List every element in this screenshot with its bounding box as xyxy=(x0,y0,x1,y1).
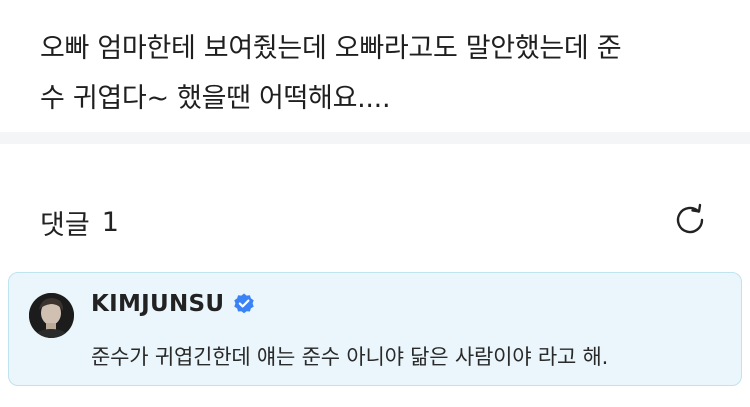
comment-card: KIMJUNSU 준수가 귀엽긴한데 얘는 준수 아니야 닮은 사람이야 라고 … xyxy=(8,272,742,386)
post-body-line-1: 오빠 엄마한테 보여줬는데 오빠라고도 말안했는데 준 xyxy=(40,33,622,64)
comments-label: 댓글 xyxy=(40,209,90,241)
comments-title: 댓글 1 xyxy=(40,203,119,242)
comments-header: 댓글 1 xyxy=(40,200,710,244)
post-body: 오빠 엄마한테 보여줬는데 오빠라고도 말안했는데 준 수 귀엽다~ 했을땐 어… xyxy=(40,24,720,124)
comment-author[interactable]: KIMJUNSU xyxy=(91,291,224,317)
verified-badge-icon xyxy=(232,292,256,316)
avatar[interactable] xyxy=(29,293,74,338)
comment-text: 준수가 귀엽긴한데 얘는 준수 아니야 닮은 사람이야 라고 해. xyxy=(91,345,609,369)
comments-count: 1 xyxy=(101,206,119,238)
post-body-line-2: 수 귀엽다~ 했을땐 어떡해요.... xyxy=(40,83,391,114)
refresh-icon xyxy=(671,201,709,243)
section-divider xyxy=(0,132,750,144)
refresh-button[interactable] xyxy=(668,200,712,244)
comment-author-row: KIMJUNSU xyxy=(91,291,256,317)
